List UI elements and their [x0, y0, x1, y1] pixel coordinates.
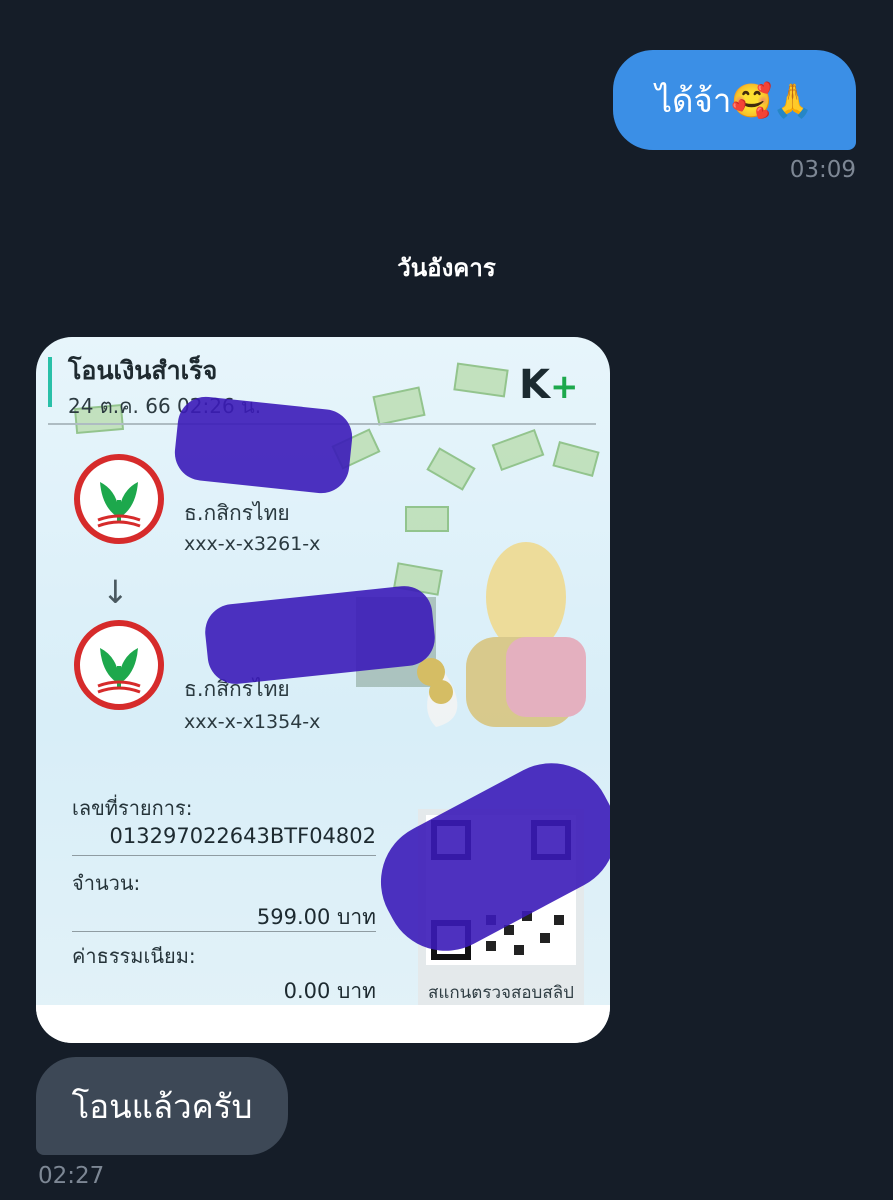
transfer-arrow-icon: ↓ — [102, 573, 129, 611]
kbank-leaf-icon — [97, 648, 141, 694]
detail-divider — [72, 855, 376, 856]
reference-label: เลขที่รายการ: — [72, 796, 193, 820]
amount-label: จำนวน: — [72, 871, 141, 895]
transfer-slip-image[interactable]: โอนเงินสำเร็จ 24 ต.ค. 66 02:26 น. K+ ธ.ก… — [36, 337, 610, 1043]
kplus-logo: K+ — [519, 362, 579, 408]
qr-caption: สแกนตรวจสอบสลิป — [428, 983, 574, 1003]
slip-bottom-margin — [36, 1005, 610, 1043]
reference-number: 013297022643BTF04802 — [109, 824, 376, 848]
incoming-message-text: โอนแล้วครับ — [71, 1086, 253, 1126]
receiver-account-number: xxx-x-x1354-x — [184, 711, 321, 733]
sender-account-number: xxx-x-x3261-x — [184, 533, 321, 555]
chat-screen: ได้จ้า🥰🙏 03:09 วันอังคาร โอนเงินสำเร็จ 2… — [0, 0, 893, 1200]
kbank-logo-icon — [74, 620, 164, 710]
detail-divider — [72, 931, 376, 932]
outgoing-message-text: ได้จ้า🥰🙏 — [655, 80, 814, 120]
amount-value: 599.00 บาท — [256, 905, 376, 929]
fee-value: 0.00 บาท — [283, 979, 376, 1003]
slip-title: โอนเงินสำเร็จ — [68, 356, 218, 385]
day-separator: วันอังคาร — [397, 254, 496, 282]
outgoing-message-bubble[interactable]: ได้จ้า🥰🙏 — [613, 50, 856, 150]
outgoing-message-time: 03:09 — [789, 157, 856, 183]
incoming-message-bubble[interactable]: โอนแล้วครับ — [36, 1057, 288, 1155]
slip-accent-bar — [48, 357, 52, 407]
kbank-leaf-icon — [97, 482, 141, 528]
sender-bank-name: ธ.กสิกรไทย — [184, 501, 290, 525]
kplus-logo-k: K — [519, 362, 550, 408]
incoming-message-time: 02:27 — [38, 1163, 105, 1189]
kplus-logo-plus: + — [550, 367, 579, 407]
kbank-logo-icon — [74, 454, 164, 544]
fee-label: ค่าธรรมเนียม: — [72, 944, 196, 968]
